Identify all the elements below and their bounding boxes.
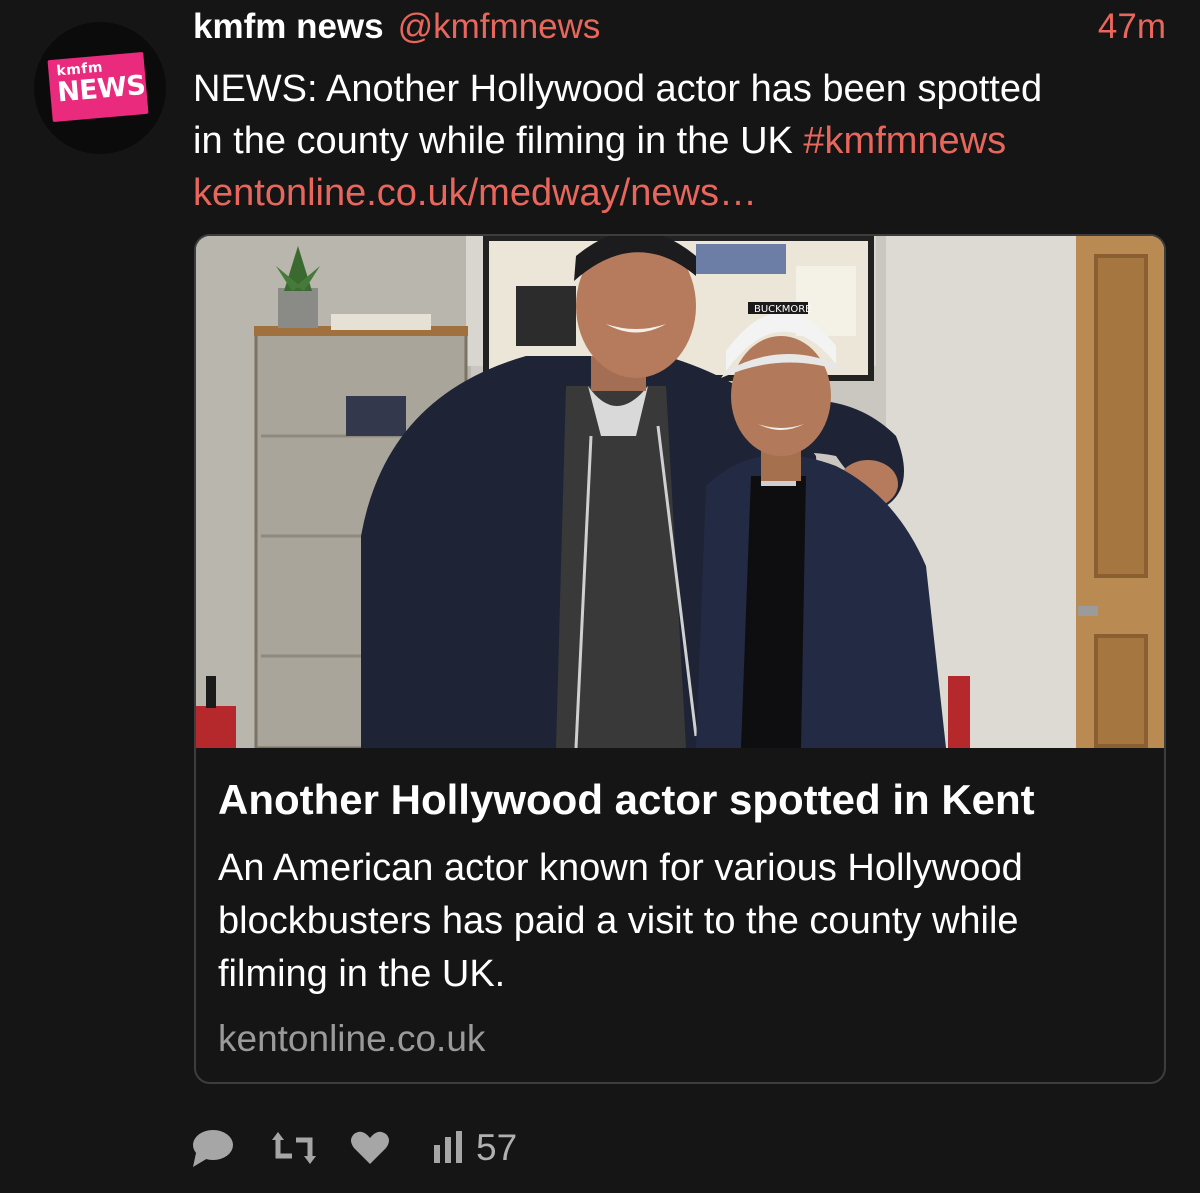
card-image[interactable]: BUCKMORE [196, 236, 1164, 748]
action-bar: 57 [190, 1122, 790, 1174]
logo-label: NEWS [56, 69, 147, 109]
bar-chart-icon [434, 1131, 462, 1163]
timestamp[interactable]: 47m [1098, 4, 1166, 50]
author-name[interactable]: kmfm news [193, 7, 384, 46]
views-button[interactable]: 57 [432, 1122, 517, 1174]
tweet-text: NEWS: Another Hollywood actor has been s… [193, 63, 1173, 219]
card-description: An American actor known for various Holl… [218, 847, 1023, 995]
retweet-icon [272, 1132, 316, 1164]
tweet-text-line2: in the county while filming in the UK [193, 120, 793, 162]
link-card[interactable]: BUCKMORE Another Hollywood actor spotted… [194, 234, 1166, 1084]
author-handle[interactable]: @kmfmnews [398, 7, 601, 46]
article-link[interactable]: kentonline.co.uk/medway/news… [193, 172, 757, 214]
reply-icon [193, 1130, 233, 1167]
kmfm-news-logo: kmfm NEWS [47, 51, 149, 123]
avatar[interactable]: kmfm NEWS [34, 22, 166, 154]
card-domain[interactable]: kentonline.co.uk [218, 1014, 485, 1064]
like-button[interactable] [350, 1122, 390, 1174]
cap-text: BUCKMORE [754, 304, 812, 315]
heart-icon [351, 1131, 389, 1164]
tweet-text-line1: NEWS: Another Hollywood actor has been s… [193, 68, 1043, 110]
card-title[interactable]: Another Hollywood actor spotted in Kent [218, 772, 1148, 828]
hashtag-link[interactable]: #kmfmnews [803, 120, 1006, 162]
views-count: 57 [476, 1127, 518, 1168]
tweet[interactable]: kmfm NEWS kmfm news @kmfmnews 47m NEWS: A… [0, 0, 1200, 1193]
photo-two-people: BUCKMORE [196, 236, 1164, 748]
tweet-header: kmfm news @kmfmnews 47m [193, 4, 1173, 50]
retweet-button[interactable] [272, 1122, 316, 1174]
reply-button[interactable] [190, 1122, 236, 1174]
